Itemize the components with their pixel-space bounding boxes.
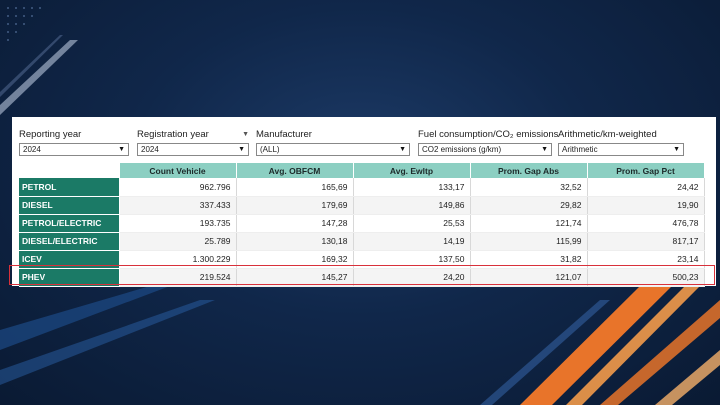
- table-row[interactable]: ICEV 1.300.229 169,32 137,50 31,82 23,14: [19, 250, 705, 269]
- filter-label: Arithmetic/km-weighted: [558, 129, 657, 140]
- table-cell: 145,27: [236, 268, 354, 287]
- filter-label: Registration year ▼: [137, 128, 249, 141]
- table-cell: 24,42: [587, 178, 705, 197]
- dot-pattern: [7, 7, 41, 41]
- filter-label: Manufacturer: [256, 129, 312, 140]
- fuel-co2-select[interactable]: CO2 emissions (g/km) ▼: [418, 143, 552, 156]
- caret-down-icon: ▼: [673, 146, 680, 153]
- table-row[interactable]: PETROL 962.796 165,69 133,17 32,52 24,42: [19, 178, 705, 197]
- filter-reporting-year: Reporting year 2024 ▼: [19, 128, 129, 156]
- header-row: Count Vehicle Avg. OBFCM Avg. Ewltp Prom…: [19, 163, 705, 178]
- table-cell: 130,18: [236, 232, 354, 251]
- caret-down-icon: ▼: [399, 146, 406, 153]
- registration-year-select[interactable]: 2024 ▼: [137, 143, 249, 156]
- table-cell: 19,90: [587, 196, 705, 215]
- filter-label: Reporting year: [19, 129, 82, 140]
- table-row-highlighted[interactable]: PHEV 219.524 145,27 24,20 121,07 500,23: [19, 268, 705, 287]
- table-cell: 165,69: [236, 178, 354, 197]
- column-header[interactable]: Avg. OBFCM: [236, 163, 354, 178]
- table-cell: 500,23: [587, 268, 705, 287]
- table-cell: 179,69: [236, 196, 354, 215]
- filter-fuel-co2: Fuel consumption/CO₂ emissions CO2 emiss…: [418, 128, 559, 156]
- corner-cell: [19, 163, 120, 178]
- table-cell: 31,82: [470, 250, 588, 269]
- weighting-select[interactable]: Arithmetic ▼: [558, 143, 684, 156]
- table-cell: 23,14: [587, 250, 705, 269]
- reporting-year-select[interactable]: 2024 ▼: [19, 143, 129, 156]
- sort-down-icon[interactable]: ▼: [242, 128, 249, 141]
- table-cell: 219.524: [119, 268, 237, 287]
- row-header: PHEV: [19, 268, 120, 287]
- light-streak-thin: [0, 35, 63, 97]
- table-cell: 147,28: [236, 214, 354, 233]
- table-row[interactable]: DIESEL/ELECTRIC 25.789 130,18 14,19 115,…: [19, 232, 705, 251]
- table-cell: 24,20: [353, 268, 471, 287]
- column-header[interactable]: Prom. Gap Pct: [587, 163, 705, 178]
- table-cell: 32,52: [470, 178, 588, 197]
- column-header[interactable]: Prom. Gap Abs: [470, 163, 588, 178]
- table-cell: 14,19: [353, 232, 471, 251]
- table-cell: 133,17: [353, 178, 471, 197]
- row-header: DIESEL/ELECTRIC: [19, 232, 120, 251]
- column-header[interactable]: Count Vehicle: [119, 163, 237, 178]
- light-streak: [0, 40, 78, 115]
- results-table: Count Vehicle Avg. OBFCM Avg. Ewltp Prom…: [19, 163, 705, 287]
- table-cell: 817,17: [587, 232, 705, 251]
- table-cell: 476,78: [587, 214, 705, 233]
- dashboard-panel: Reporting year 2024 ▼ Registration year ▼ …: [12, 117, 716, 287]
- table-row[interactable]: DIESEL 337.433 179,69 149,86 29,82 19,90: [19, 196, 705, 215]
- table-cell: 962.796: [119, 178, 237, 197]
- table-cell: 29,82: [470, 196, 588, 215]
- table-cell: 121,74: [470, 214, 588, 233]
- row-header: ICEV: [19, 250, 120, 269]
- row-header: PETROL: [19, 178, 120, 197]
- table-cell: 337.433: [119, 196, 237, 215]
- table-cell: 149,86: [353, 196, 471, 215]
- filter-registration-year: Registration year ▼ 2024 ▼: [137, 128, 249, 156]
- table-cell: 25,53: [353, 214, 471, 233]
- blue-band-2: [0, 300, 215, 385]
- caret-down-icon: ▼: [118, 146, 125, 153]
- table-row[interactable]: PETROL/ELECTRIC 193.735 147,28 25,53 121…: [19, 214, 705, 233]
- table-cell: 115,99: [470, 232, 588, 251]
- table-cell: 121,07: [470, 268, 588, 287]
- table-cell: 193.735: [119, 214, 237, 233]
- filter-manufacturer: Manufacturer (ALL) ▼: [256, 128, 410, 156]
- column-header[interactable]: Avg. Ewltp: [353, 163, 471, 178]
- table-cell: 169,32: [236, 250, 354, 269]
- filter-label: Fuel consumption/CO₂ emissions: [418, 129, 559, 140]
- row-header: DIESEL: [19, 196, 120, 215]
- caret-down-icon: ▼: [238, 146, 245, 153]
- manufacturer-select[interactable]: (ALL) ▼: [256, 143, 410, 156]
- table-cell: 25.789: [119, 232, 237, 251]
- row-header: PETROL/ELECTRIC: [19, 214, 120, 233]
- filter-bar: Reporting year 2024 ▼ Registration year ▼ …: [12, 117, 716, 159]
- caret-down-icon: ▼: [541, 146, 548, 153]
- table-cell: 137,50: [353, 250, 471, 269]
- filter-weighting: Arithmetic/km-weighted Arithmetic ▼: [558, 128, 684, 156]
- table-cell: 1.300.229: [119, 250, 237, 269]
